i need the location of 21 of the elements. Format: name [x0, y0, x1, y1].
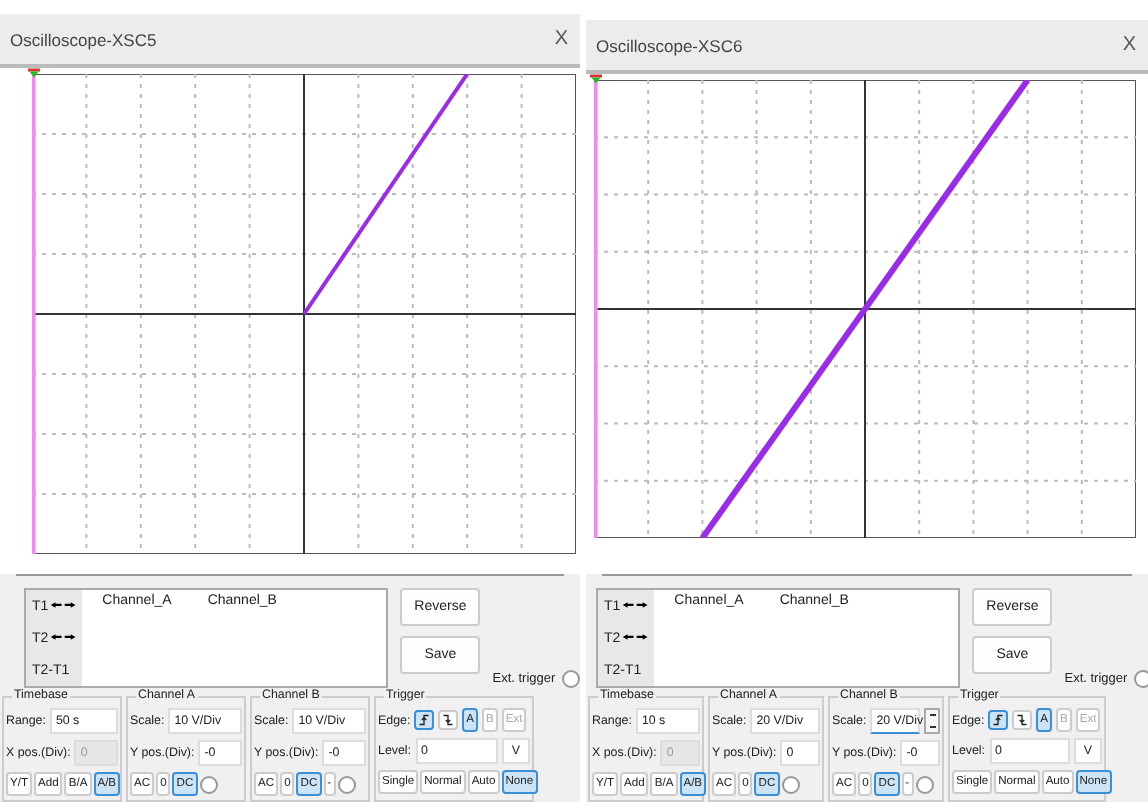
rising-edge-icon — [992, 714, 1005, 726]
window-title: Oscilloscope-XSC5 — [10, 29, 157, 49]
window-title: Oscilloscope-XSC6 — [596, 35, 743, 55]
radio-button[interactable] — [337, 775, 356, 793]
rising-edge-icon — [418, 714, 431, 726]
radio-button[interactable] — [199, 775, 218, 793]
falling-edge-icon — [442, 714, 455, 726]
spinner-icon[interactable] — [924, 708, 940, 734]
close-button[interactable]: X — [1122, 34, 1136, 56]
radio-button[interactable] — [1133, 670, 1148, 688]
edge-button[interactable] — [414, 710, 435, 730]
edge-button[interactable] — [1012, 710, 1033, 730]
cursor-marker-icon[interactable] — [28, 68, 40, 78]
radio-button[interactable] — [561, 670, 580, 688]
edge-button[interactable] — [438, 710, 459, 730]
radio-button[interactable] — [781, 775, 800, 793]
radio-button[interactable] — [915, 775, 934, 793]
cursor-marker-icon[interactable] — [590, 74, 602, 84]
edge-button[interactable] — [988, 710, 1009, 730]
falling-edge-icon — [1016, 714, 1029, 726]
close-button[interactable]: X — [554, 28, 568, 50]
